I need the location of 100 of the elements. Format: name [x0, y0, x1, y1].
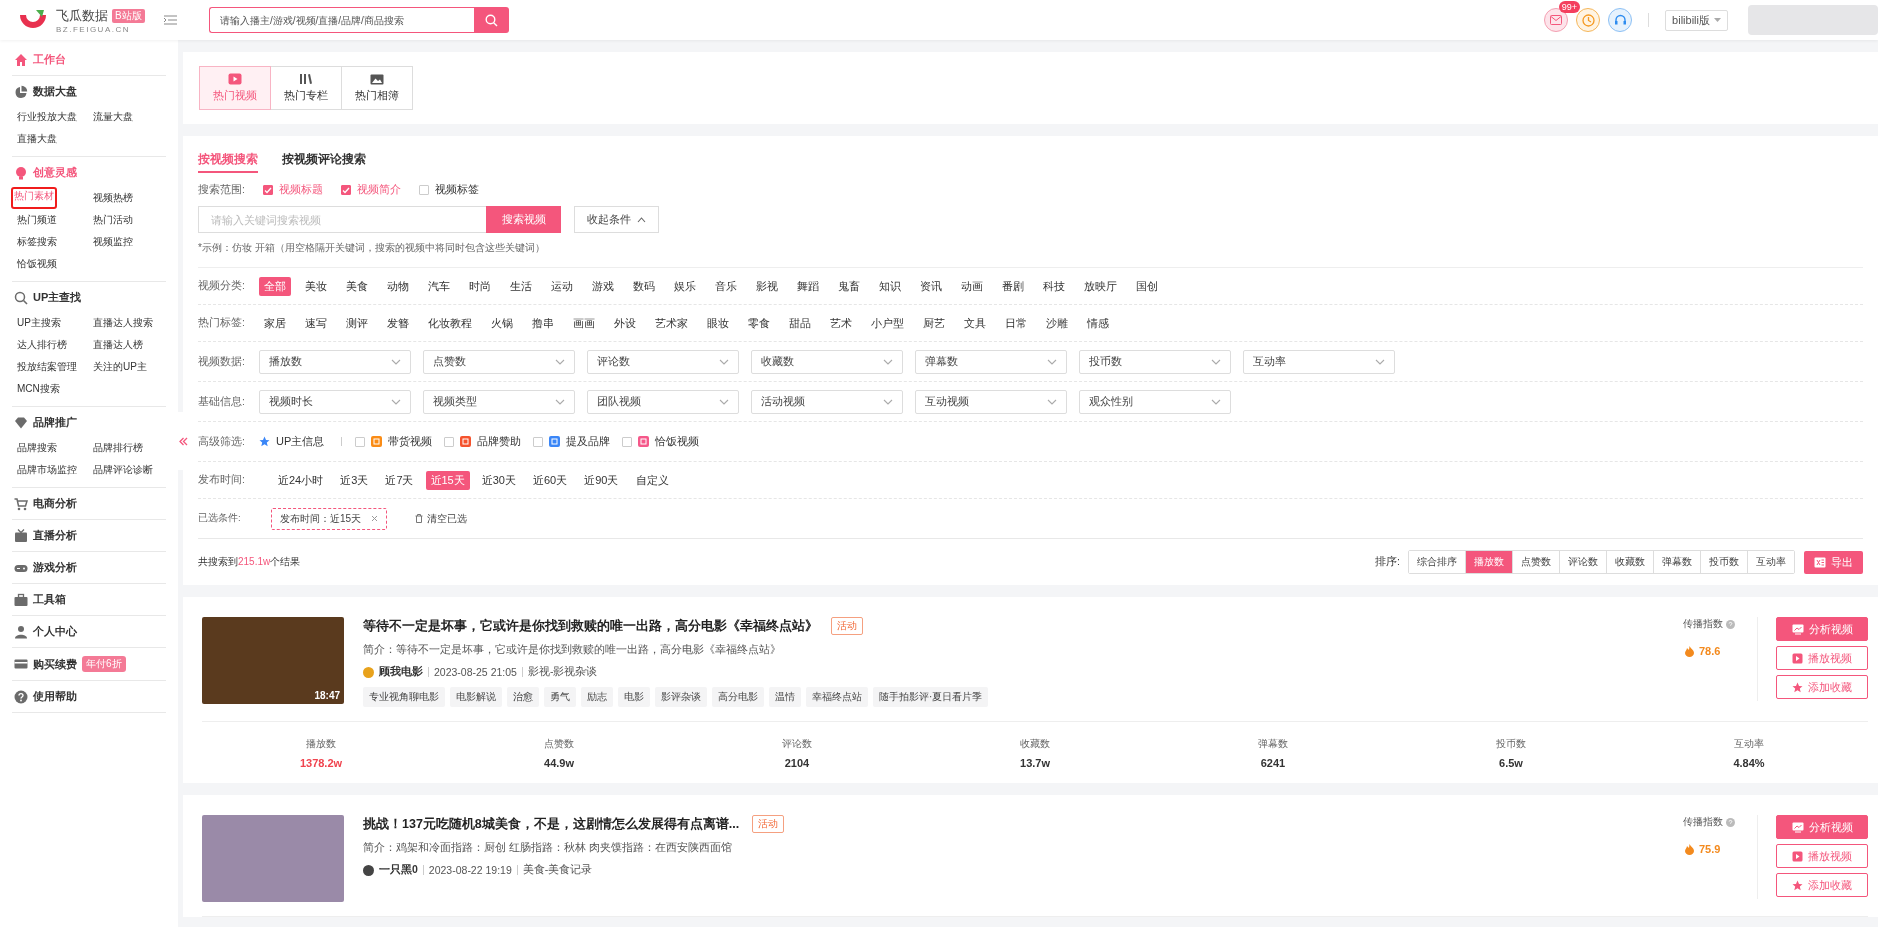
section-title[interactable]: 购买续费 — [33, 656, 77, 672]
checkbox-label[interactable]: 视频标签 — [434, 183, 479, 197]
filter-dropdown[interactable]: 互动率 — [1243, 349, 1395, 374]
author-name[interactable]: 一只黑0 — [379, 863, 418, 877]
filter-chip[interactable]: 近60天 — [528, 470, 573, 490]
filter-chip[interactable]: 美食 — [341, 276, 373, 296]
checkbox[interactable] — [418, 185, 429, 195]
sidebar-item[interactable]: 达人排行榜 — [14, 336, 70, 354]
filter-chip[interactable]: 火锅 — [486, 313, 518, 333]
section-title[interactable]: 游戏分析 — [33, 560, 77, 575]
filter-dropdown[interactable]: 播放数 — [259, 349, 411, 374]
filter-chip[interactable]: 知识 — [874, 276, 906, 296]
mail-button[interactable] — [1544, 8, 1569, 32]
filter-chip[interactable]: 游戏 — [587, 276, 619, 296]
sidebar-item[interactable]: 品牌排行榜 — [90, 439, 146, 457]
sidebar-item[interactable]: 品牌市场监控 — [14, 461, 80, 479]
filter-dropdown[interactable]: 投币数 — [1079, 349, 1231, 374]
keyword-field[interactable]: 请输入关键词搜索视频 — [198, 206, 486, 233]
filter-chip[interactable]: 音乐 — [710, 276, 742, 296]
filter-dropdown[interactable]: 弹幕数 — [915, 349, 1067, 374]
sidebar-item[interactable]: 流量大盘 — [90, 108, 136, 126]
close-icon[interactable] — [371, 513, 379, 524]
filter-chip[interactable]: 影视 — [751, 276, 783, 296]
filter-chip[interactable]: 家居 — [259, 313, 291, 333]
content-tab[interactable]: 热门相簿 — [341, 66, 413, 110]
sidebar-item[interactable]: 热门频道 — [14, 211, 60, 229]
filter-dropdown[interactable]: 视频类型 — [423, 389, 575, 414]
filter-option[interactable]: 品牌赞助 — [477, 434, 522, 449]
section-title[interactable]: 数据大盘 — [33, 84, 77, 99]
clock-icon[interactable] — [1576, 8, 1601, 32]
filter-chip[interactable]: 近7天 — [380, 470, 419, 490]
section-title[interactable]: 直播分析 — [33, 528, 77, 543]
filter-chip[interactable]: 生活 — [505, 276, 537, 296]
section-title[interactable]: 电商分析 — [33, 496, 77, 511]
filter-chip[interactable]: 时尚 — [464, 276, 496, 296]
video-title[interactable]: 等待不一定是坏事，它或许是你找到救赎的唯一出路，高分电影《幸福终点站》 — [363, 617, 818, 635]
filter-chip[interactable]: 国创 — [1131, 276, 1163, 296]
filter-chip[interactable]: 发簪 — [382, 313, 414, 333]
filter-option[interactable]: UP主信息 — [276, 434, 325, 449]
sidebar-item[interactable]: 直播大盘 — [14, 130, 60, 148]
filter-chip[interactable]: 放映厅 — [1079, 276, 1122, 296]
video-title[interactable]: 挑战！137元吃随机8城美食，不是，这剧情怎么发展得有点离谱... — [363, 815, 740, 833]
filter-chip[interactable]: 甜品 — [784, 313, 816, 333]
sidebar-item[interactable]: 品牌搜索 — [14, 439, 60, 457]
filter-chip[interactable]: 外设 — [609, 313, 641, 333]
sidebar-item[interactable]: 标签搜索 — [14, 233, 60, 251]
sidebar-item[interactable]: 视频热榜 — [90, 189, 136, 207]
sidebar-item[interactable]: 投放结案管理 — [14, 358, 80, 376]
filter-chip[interactable]: 番剧 — [997, 276, 1029, 296]
filter-chip[interactable]: 科技 — [1038, 276, 1070, 296]
content-tab[interactable]: 热门专栏 — [270, 66, 342, 110]
filter-dropdown[interactable]: 互动视频 — [915, 389, 1067, 414]
filter-chip[interactable]: 汽车 — [423, 276, 455, 296]
filter-chip[interactable]: 近30天 — [476, 470, 521, 490]
video-thumbnail[interactable] — [202, 815, 344, 902]
filter-chip[interactable]: 舞蹈 — [792, 276, 824, 296]
filter-chip[interactable]: 资讯 — [915, 276, 947, 296]
collapse-conditions-button[interactable]: 收起条件 — [574, 206, 659, 233]
section-title[interactable]: 工具箱 — [33, 592, 66, 607]
sidebar-section[interactable]: 购买续费 年付6折 — [14, 656, 164, 672]
filter-chip[interactable]: 数码 — [628, 276, 660, 296]
filter-option[interactable]: 恰饭视频 — [655, 434, 700, 449]
filter-dropdown[interactable]: 视频时长 — [259, 389, 411, 414]
filter-dropdown[interactable]: 活动视频 — [751, 389, 903, 414]
platform-dropdown[interactable]: bilibili版 — [1665, 9, 1728, 31]
sidebar-section[interactable]: 数据大盘 — [14, 84, 164, 99]
filter-chip[interactable]: 艺术 — [825, 313, 857, 333]
sidebar-item[interactable]: 恰饭视频 — [14, 255, 60, 273]
sidebar-item[interactable]: 行业投放大盘 — [14, 108, 80, 126]
filter-chip[interactable]: 画画 — [568, 313, 600, 333]
sidebar-section[interactable]: UP主查找 — [14, 290, 164, 305]
filter-chip[interactable]: 情感 — [1082, 313, 1114, 333]
author-name[interactable]: 顾我电影 — [379, 665, 423, 679]
sidebar-section[interactable]: 个人中心 — [14, 624, 164, 639]
section-title[interactable]: UP主查找 — [33, 290, 82, 305]
section-title[interactable]: 品牌推广 — [33, 415, 77, 430]
sidebar-item[interactable]: 品牌评论诊断 — [90, 461, 156, 479]
filter-option[interactable]: 提及品牌 — [566, 434, 611, 449]
filter-chip[interactable]: 近3天 — [335, 470, 374, 490]
search-field[interactable]: 请输入播主/游戏/视频/直播/品牌/商品搜索 — [209, 7, 474, 33]
checkbox[interactable] — [340, 185, 351, 195]
sort-option[interactable]: 综合排序 — [1409, 551, 1466, 573]
filter-chip[interactable]: 自定义 — [630, 470, 674, 490]
checkbox[interactable] — [262, 185, 273, 195]
sidebar-item[interactable]: 直播达人搜索 — [90, 314, 156, 332]
filter-chip[interactable]: 厨艺 — [918, 313, 950, 333]
sidebar-item[interactable]: 直播达人榜 — [90, 336, 146, 354]
sidebar-section[interactable]: 使用帮助 — [14, 689, 164, 704]
headset-icon[interactable] — [1608, 8, 1633, 32]
filter-chip[interactable]: 娱乐 — [669, 276, 701, 296]
sidebar-item[interactable]: UP主搜索 — [14, 314, 64, 332]
filter-chip[interactable]: 化妆教程 — [423, 313, 477, 333]
checkbox[interactable] — [533, 436, 544, 447]
filter-chip[interactable]: 动画 — [956, 276, 988, 296]
filter-chip[interactable]: 近24小时 — [273, 470, 329, 490]
filter-chip[interactable]: 美妆 — [300, 276, 332, 296]
menu-icon[interactable] — [164, 15, 177, 25]
filter-chip[interactable]: 鬼畜 — [833, 276, 865, 296]
section-title[interactable]: 使用帮助 — [33, 689, 77, 704]
filter-chip[interactable]: 运动 — [546, 276, 578, 296]
